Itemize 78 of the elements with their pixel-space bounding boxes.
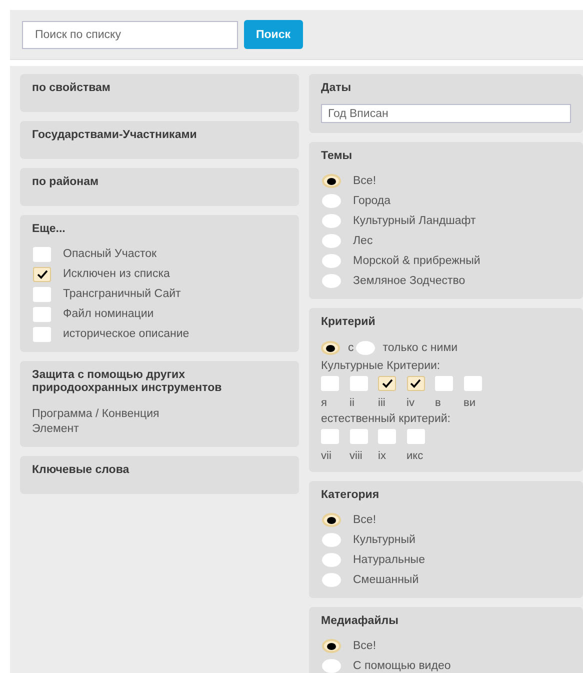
criterion-label[interactable]: vii	[321, 450, 332, 462]
radio-label[interactable]: Смешанный	[353, 574, 419, 586]
group-label: естественный критерий:	[321, 413, 452, 425]
check-icon	[410, 379, 421, 388]
criterion-label[interactable]: ви	[464, 397, 476, 409]
sub-label[interactable]: Программа / Конвенция Элемент	[32, 407, 202, 437]
radio-label[interactable]: только с ними	[382, 342, 458, 354]
radio-button[interactable]	[322, 174, 341, 188]
checkbox[interactable]	[321, 429, 339, 444]
radio-label[interactable]: Все!	[353, 175, 376, 187]
radio-button[interactable]	[322, 659, 341, 673]
card-title[interactable]: Еще...	[32, 223, 287, 236]
checkbox[interactable]	[378, 376, 396, 391]
radio-button[interactable]	[322, 513, 341, 527]
check-icon	[382, 379, 392, 388]
checkbox[interactable]	[350, 429, 368, 444]
criterion-label[interactable]: iii	[378, 397, 386, 409]
criterion-label[interactable]: в	[435, 397, 441, 409]
radio-label[interactable]: Морской & прибрежный	[353, 255, 480, 267]
card-title[interactable]: Защита с помощью других природоохранных инструментов	[32, 369, 247, 395]
checkbox[interactable]	[33, 266, 51, 282]
radio-button[interactable]	[322, 254, 341, 268]
checkbox[interactable]	[33, 246, 51, 262]
search-field[interactable]: Поиск по списку	[22, 20, 238, 48]
radio-label[interactable]: Культурный	[353, 534, 416, 546]
checkbox-label[interactable]: историческое описание	[63, 328, 190, 340]
check-icon	[36, 270, 48, 278]
radio-button[interactable]	[322, 533, 341, 547]
card-title[interactable]: Даты	[321, 82, 571, 95]
checkbox-label[interactable]: Файл номинации	[63, 308, 154, 320]
card-title[interactable]: Категория	[321, 489, 571, 502]
card-title[interactable]: Ключевые слова	[32, 464, 287, 477]
checkbox-label[interactable]: Опасный Участок	[63, 248, 157, 260]
radio-button[interactable]	[322, 553, 341, 567]
radio-label[interactable]: Натуральные	[353, 554, 425, 566]
radio-button[interactable]	[356, 341, 375, 355]
radio-button[interactable]	[322, 214, 341, 228]
criterion-label[interactable]: икс	[406, 450, 424, 462]
radio-label[interactable]: Лес	[353, 235, 373, 247]
radio-button[interactable]	[322, 639, 341, 653]
criterion-label[interactable]: viii	[350, 450, 362, 462]
card-title[interactable]: Темы	[321, 150, 571, 163]
checkbox[interactable]	[33, 306, 51, 322]
radio-label[interactable]: Земляное Зодчество	[353, 275, 466, 287]
group-label: Культурные Критерии:	[321, 360, 442, 372]
radio-label[interactable]: Все!	[353, 640, 376, 652]
card-title[interactable]: по районам	[32, 176, 287, 189]
checkbox-label[interactable]: Исключен из списка	[63, 268, 170, 280]
checkbox[interactable]	[321, 376, 339, 391]
radio-label[interactable]: Города	[353, 195, 390, 207]
criterion-label[interactable]: я	[321, 397, 327, 409]
radio-label[interactable]: Культурный Ландшафт	[353, 215, 476, 227]
year-field[interactable]: Год Вписан	[321, 104, 571, 123]
search-button[interactable]: Поиск	[244, 20, 303, 49]
checkbox[interactable]	[464, 376, 482, 391]
checkbox[interactable]	[406, 376, 424, 391]
checkbox[interactable]	[350, 376, 368, 391]
checkbox[interactable]	[406, 429, 424, 444]
criterion-label[interactable]: ix	[378, 450, 386, 462]
card-title[interactable]: Медиафайлы	[321, 615, 571, 628]
radio-button[interactable]	[322, 194, 341, 208]
checkbox-label[interactable]: Трансграничный Сайт	[63, 288, 181, 300]
criterion-label[interactable]: ii	[350, 397, 354, 409]
radio-label[interactable]: Все!	[353, 514, 376, 526]
checkbox[interactable]	[435, 376, 453, 391]
checkbox[interactable]	[378, 429, 396, 444]
radio-button[interactable]	[322, 234, 341, 248]
card-title[interactable]: Критерий	[321, 316, 571, 329]
radio-label[interactable]: С помощью видео	[353, 660, 451, 672]
card-title[interactable]: Государствами-Участниками	[32, 129, 287, 142]
criterion-label[interactable]: iv	[406, 397, 414, 409]
card-title[interactable]: по свойствам	[32, 82, 287, 95]
radio-label[interactable]: с	[348, 342, 354, 354]
checkbox[interactable]	[33, 326, 51, 342]
radio-button[interactable]	[322, 573, 341, 587]
radio-button[interactable]	[322, 274, 341, 288]
radio-button[interactable]	[321, 341, 340, 355]
checkbox[interactable]	[33, 286, 51, 302]
